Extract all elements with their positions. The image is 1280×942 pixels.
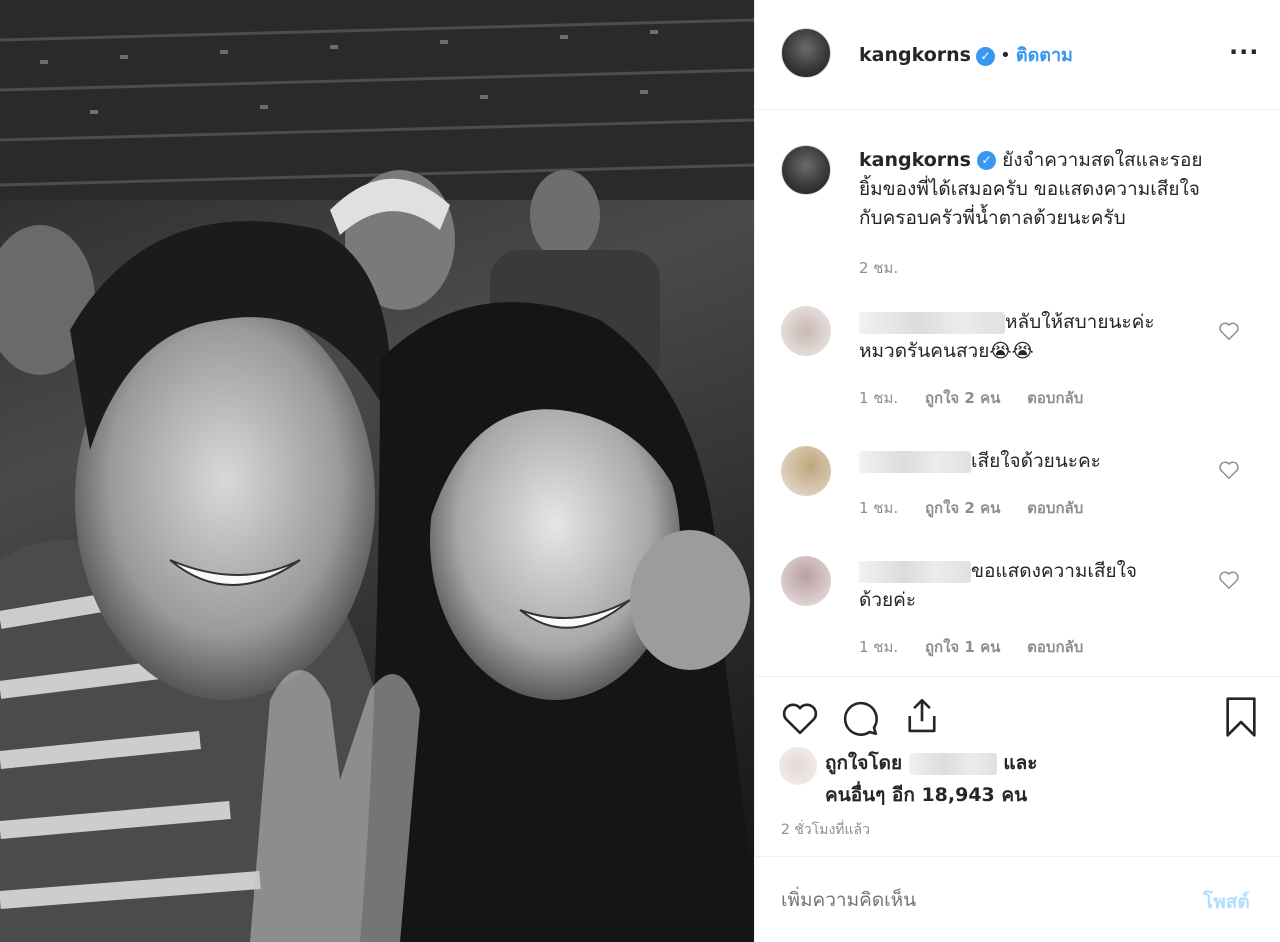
- comment-time[interactable]: 1 ชม.: [859, 499, 898, 517]
- liked-by-label: ถูกใจโดย: [825, 752, 903, 774]
- comment-text-line1: ขอแสดงความเสียใจ: [971, 560, 1138, 582]
- reply-button[interactable]: ตอบกลับ: [1027, 638, 1083, 656]
- verified-icon: ✓: [976, 47, 996, 66]
- post-actions: ถูกใจโดย และ คนอื่นๆ อีก 18,943 คน 2 ชั่…: [755, 676, 1280, 856]
- posted-time[interactable]: 2 ชั่วโมงที่แล้ว: [781, 819, 870, 841]
- like-heart-icon[interactable]: [779, 697, 821, 739]
- separator-dot: •: [1000, 45, 1011, 66]
- comment-text-line1: เสียใจด้วยนะคะ: [971, 450, 1101, 472]
- caption-text-line1: ยังจำความสดใสและรอย: [1002, 149, 1203, 171]
- post-photo[interactable]: [0, 0, 754, 942]
- commenter-avatar[interactable]: [781, 556, 831, 606]
- post-side-panel: kangkorns ✓ • ติดตาม ··· kangkorns ✓ ยัง…: [754, 0, 1280, 942]
- commenter-username-blurred[interactable]: [859, 560, 971, 583]
- caption-text-line2: ยิ้มของพี่ได้เสมอครับ ขอแสดงความเสียใจ: [859, 178, 1200, 200]
- comment-text-line2: หมวดรันคนสวย😭😭: [859, 340, 1034, 362]
- comment-time[interactable]: 1 ชม.: [859, 389, 898, 407]
- caption-username[interactable]: kangkorns: [859, 149, 971, 171]
- comment-time[interactable]: 1 ชม.: [859, 638, 898, 656]
- likes-count[interactable]: คนอื่นๆ อีก 18,943 คน: [825, 779, 1037, 811]
- comment-text-line2: ด้วยค่ะ: [859, 589, 917, 611]
- header-username[interactable]: kangkorns: [859, 44, 971, 66]
- share-icon[interactable]: [901, 695, 943, 737]
- likes-and-label: และ: [1003, 752, 1038, 774]
- comment-input[interactable]: [781, 883, 1161, 917]
- post-header: kangkorns ✓ • ติดตาม ···: [755, 0, 1280, 110]
- follow-button[interactable]: ติดตาม: [1016, 45, 1073, 66]
- comment-text-line1: หลับให้สบายนะค่ะ: [1005, 311, 1155, 333]
- reply-button[interactable]: ตอบกลับ: [1027, 499, 1083, 517]
- more-options-icon[interactable]: ···: [1229, 38, 1259, 66]
- commenter-username-blurred[interactable]: [859, 311, 1005, 334]
- like-comment-heart-icon[interactable]: [1218, 569, 1240, 591]
- comment-likes[interactable]: ถูกใจ 2 คน: [925, 389, 1000, 407]
- commenter-username-blurred[interactable]: [859, 450, 971, 473]
- commenter-avatar[interactable]: [781, 306, 831, 356]
- add-comment-bar: โพสต์: [755, 856, 1280, 942]
- caption-avatar[interactable]: [781, 145, 831, 195]
- commenter-avatar[interactable]: [781, 446, 831, 496]
- like-comment-heart-icon[interactable]: [1218, 320, 1240, 342]
- caption-time[interactable]: 2 ชม.: [859, 256, 898, 280]
- author-avatar[interactable]: [781, 28, 831, 78]
- comment-bubble-icon[interactable]: [839, 697, 881, 739]
- comment-likes[interactable]: ถูกใจ 2 คน: [925, 499, 1000, 517]
- photo-illustration: [0, 0, 754, 942]
- liker-username-blurred[interactable]: [908, 752, 997, 775]
- like-comment-heart-icon[interactable]: [1218, 459, 1240, 481]
- bookmark-icon[interactable]: [1221, 695, 1261, 739]
- post-comment-button[interactable]: โพสต์: [1203, 887, 1250, 917]
- verified-icon: ✓: [977, 151, 997, 170]
- liker-avatar[interactable]: [779, 747, 817, 785]
- comment-likes[interactable]: ถูกใจ 1 คน: [925, 638, 1000, 656]
- reply-button[interactable]: ตอบกลับ: [1027, 389, 1083, 407]
- caption-text-line3: กับครอบครัวพี่น้ำตาลด้วยนะครับ: [859, 207, 1126, 229]
